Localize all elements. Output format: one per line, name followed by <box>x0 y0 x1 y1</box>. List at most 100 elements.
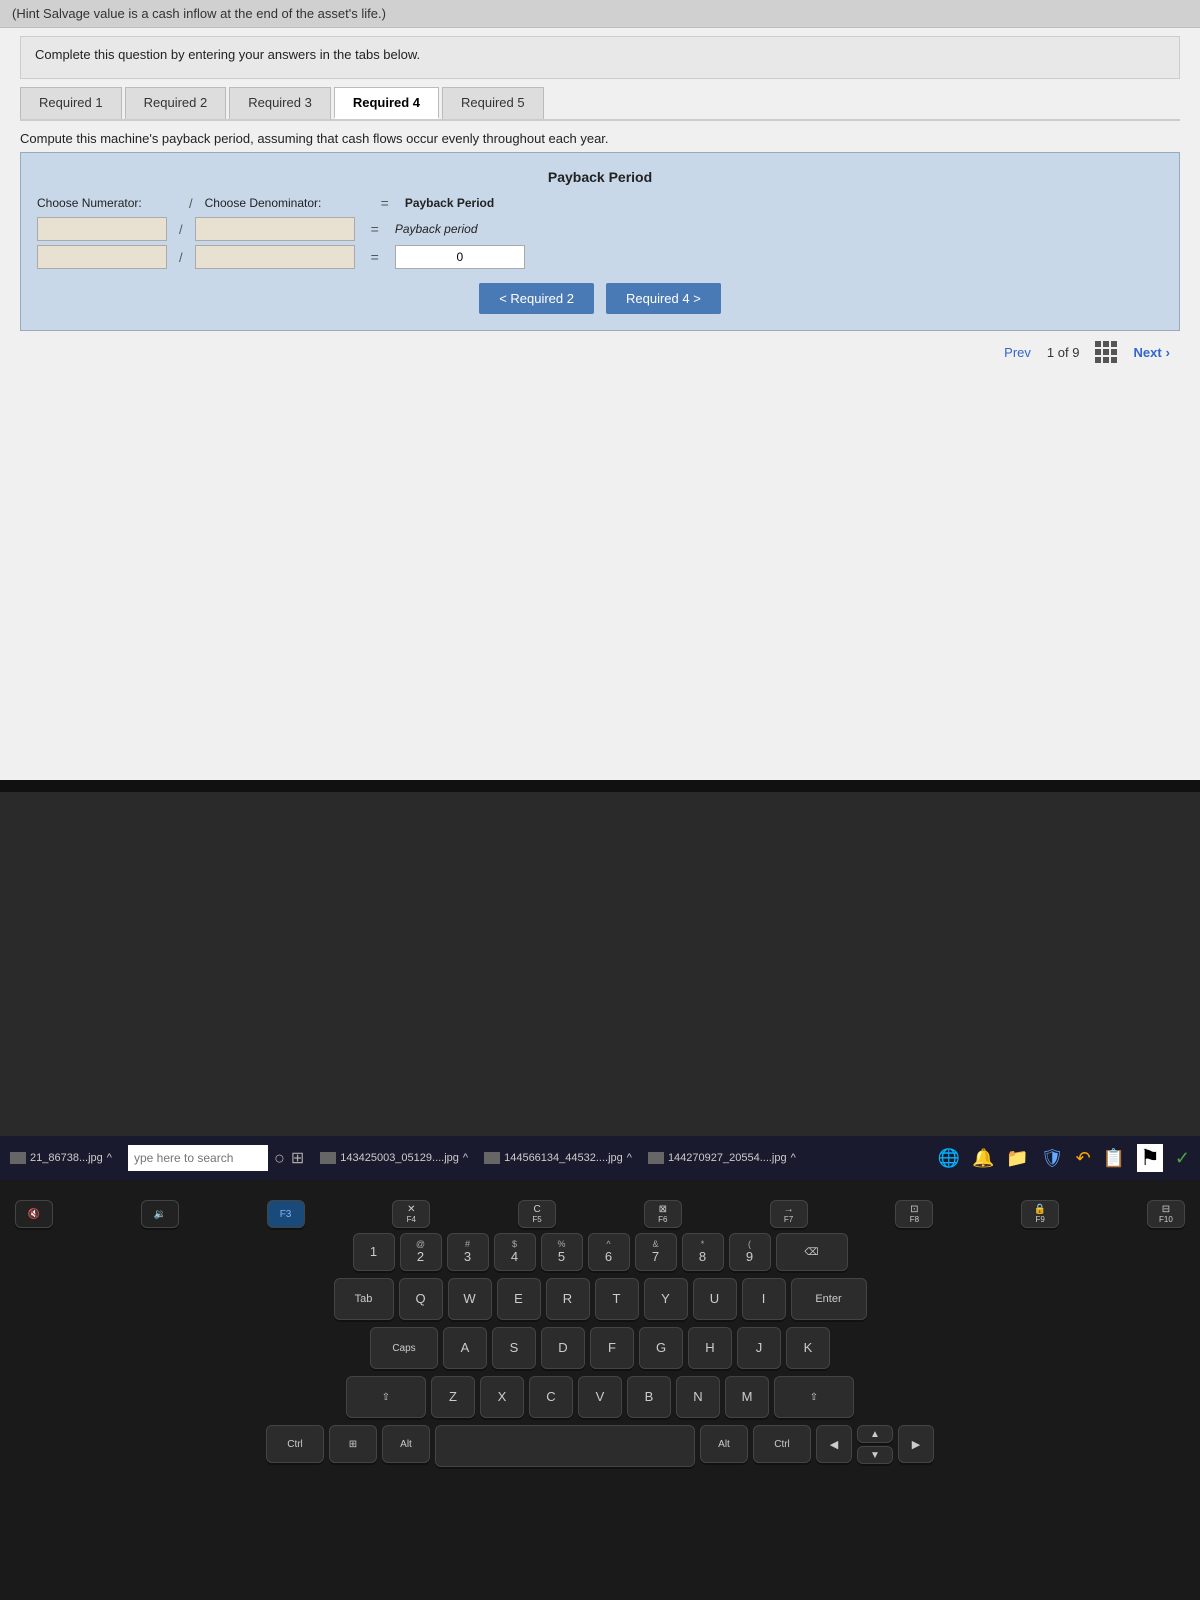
key-6[interactable]: ^ 6 <box>588 1233 630 1271</box>
key-y[interactable]: Y <box>644 1278 688 1320</box>
key-f5[interactable]: C F5 <box>518 1200 556 1228</box>
key-n[interactable]: N <box>676 1376 720 1418</box>
key-m[interactable]: M <box>725 1376 769 1418</box>
content-area: Payback Period Choose Numerator: / Choos… <box>20 152 1180 331</box>
key-w[interactable]: W <box>448 1278 492 1320</box>
key-j[interactable]: J <box>737 1327 781 1369</box>
key-tab[interactable]: Tab <box>334 1278 394 1320</box>
key-right-shift[interactable]: ⇧ <box>774 1376 854 1418</box>
key-caps-lock[interactable]: Caps <box>370 1327 438 1369</box>
taskbar-file-4[interactable]: 144270927_20554....jpg ^ <box>648 1152 796 1164</box>
notification-icon[interactable]: 🔔 <box>972 1148 994 1169</box>
prev-required2-button[interactable]: < Required 2 <box>479 283 594 314</box>
key-f4-label: ✕ <box>407 1204 415 1215</box>
chevron-up-4: ^ <box>791 1152 796 1164</box>
key-win[interactable]: ⊞ <box>329 1425 377 1463</box>
backspace-label: ⌫ <box>804 1247 818 1258</box>
key-arrow-up[interactable]: ▲ <box>857 1425 893 1443</box>
key-i[interactable]: I <box>742 1278 786 1320</box>
key-2[interactable]: @ 2 <box>400 1233 442 1271</box>
key-z[interactable]: Z <box>431 1376 475 1418</box>
key-f10[interactable]: ⊟ F10 <box>1147 1200 1185 1228</box>
clipboard-icon[interactable]: 📋 <box>1103 1148 1125 1169</box>
result-input-2[interactable] <box>395 245 525 269</box>
key-f9-sub: F9 <box>1035 1215 1044 1224</box>
key-f[interactable]: F <box>590 1327 634 1369</box>
key-b[interactable]: B <box>627 1376 671 1418</box>
taskbar-file-1[interactable]: 21_86738...jpg ^ <box>10 1152 112 1164</box>
key-enter[interactable]: Enter <box>791 1278 867 1320</box>
key-k[interactable]: K <box>786 1327 830 1369</box>
key-arrow-right[interactable]: ▶ <box>898 1425 934 1463</box>
key-ctrl-right[interactable]: Ctrl <box>753 1425 811 1463</box>
result-header: Payback Period <box>405 196 494 210</box>
key-9[interactable]: ( 9 <box>729 1233 771 1271</box>
key-f9-label: 🔒 <box>1034 1204 1046 1215</box>
grid-view-icon[interactable] <box>1095 341 1117 363</box>
tab-required1[interactable]: Required 1 <box>20 87 122 119</box>
key-alt-right[interactable]: Alt <box>700 1425 748 1463</box>
key-s[interactable]: S <box>492 1327 536 1369</box>
key-4[interactable]: $ 4 <box>494 1233 536 1271</box>
prev-link[interactable]: Prev <box>1004 345 1031 360</box>
key-ctrl-left[interactable]: Ctrl <box>266 1425 324 1463</box>
key-f8[interactable]: ⊡ F8 <box>895 1200 933 1228</box>
key-r[interactable]: R <box>546 1278 590 1320</box>
key-9-top: ( <box>748 1240 751 1249</box>
key-8[interactable]: * 8 <box>682 1233 724 1271</box>
key-3[interactable]: # 3 <box>447 1233 489 1271</box>
key-alt-left[interactable]: Alt <box>382 1425 430 1463</box>
key-a[interactable]: A <box>443 1327 487 1369</box>
next-link[interactable]: Next › <box>1133 345 1170 360</box>
key-t[interactable]: T <box>595 1278 639 1320</box>
key-f6[interactable]: ⊠ F6 <box>644 1200 682 1228</box>
key-c[interactable]: C <box>529 1376 573 1418</box>
denominator-input-2[interactable] <box>195 245 355 269</box>
taskbar-search-area: ○ ⊞ <box>128 1145 304 1171</box>
flag-icon[interactable]: ⚑ <box>1137 1144 1163 1172</box>
key-d[interactable]: D <box>541 1327 585 1369</box>
key-q[interactable]: Q <box>399 1278 443 1320</box>
numerator-input-2[interactable] <box>37 245 167 269</box>
key-1[interactable]: 1 <box>353 1233 395 1271</box>
form-row-1: / = Payback period <box>37 217 1163 241</box>
numerator-input-1[interactable] <box>37 217 167 241</box>
tab-required2[interactable]: Required 2 <box>125 87 227 119</box>
key-arrow-down[interactable]: ▼ <box>857 1446 893 1464</box>
key-space[interactable] <box>435 1425 695 1467</box>
key-7[interactable]: & 7 <box>635 1233 677 1271</box>
laptop-hinge <box>0 780 1200 792</box>
undo-icon[interactable]: ↶ <box>1076 1148 1091 1169</box>
key-f9[interactable]: 🔒 F9 <box>1021 1200 1059 1228</box>
next-required4-button[interactable]: Required 4 > <box>606 283 721 314</box>
tab-required4[interactable]: Required 4 <box>334 87 439 119</box>
hint-text: (Hint Salvage value is a cash inflow at … <box>12 6 386 21</box>
key-volume-down[interactable]: 🔉 <box>141 1200 179 1228</box>
key-h[interactable]: H <box>688 1327 732 1369</box>
key-g[interactable]: G <box>639 1327 683 1369</box>
key-f7[interactable]: → F7 <box>770 1200 808 1228</box>
key-f4[interactable]: ✕ F4 <box>392 1200 430 1228</box>
taskbar-search-input[interactable] <box>128 1145 268 1171</box>
key-left-shift[interactable]: ⇧ <box>346 1376 426 1418</box>
check-icon[interactable]: ✓ <box>1175 1148 1190 1169</box>
key-arrow-left[interactable]: ◀ <box>816 1425 852 1463</box>
folder-icon[interactable]: 📁 <box>1006 1148 1028 1169</box>
key-5[interactable]: % 5 <box>541 1233 583 1271</box>
taskbar-file-2[interactable]: 143425003_05129....jpg ^ <box>320 1152 468 1164</box>
denominator-input-1[interactable] <box>195 217 355 241</box>
edge-browser-icon[interactable]: 🌐 <box>938 1148 960 1169</box>
key-mute[interactable]: 🔇 <box>15 1200 53 1228</box>
key-x[interactable]: X <box>480 1376 524 1418</box>
key-f3[interactable]: F3 <box>267 1200 305 1228</box>
key-backspace[interactable]: ⌫ <box>776 1233 848 1271</box>
key-u[interactable]: U <box>693 1278 737 1320</box>
tab-required5[interactable]: Required 5 <box>442 87 544 119</box>
shield-icon[interactable]: 🛡 <box>1041 1148 1064 1169</box>
taskbar: 21_86738...jpg ^ ○ ⊞ 143425003_05129....… <box>0 1136 1200 1180</box>
taskbar-file-3[interactable]: 144566134_44532....jpg ^ <box>484 1152 632 1164</box>
key-v[interactable]: V <box>578 1376 622 1418</box>
key-e[interactable]: E <box>497 1278 541 1320</box>
instruction-container: Complete this question by entering your … <box>20 36 1180 79</box>
tab-required3[interactable]: Required 3 <box>229 87 331 119</box>
